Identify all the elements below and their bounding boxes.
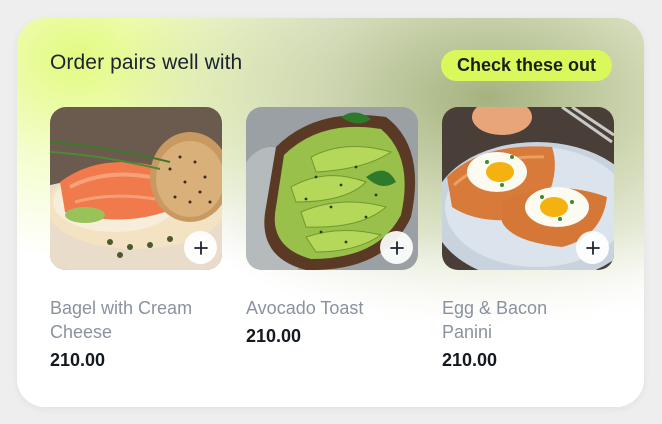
section-title: Order pairs well with: [50, 51, 243, 74]
product-card[interactable]: Avocado Toast 210.00: [246, 107, 418, 347]
product-name: Egg & Bacon Panini: [442, 298, 548, 342]
product-name: Bagel with Cream Cheese: [50, 298, 193, 342]
plus-icon: [193, 240, 208, 255]
pairs-card: Order pairs well with Check these out Ba…: [17, 18, 644, 407]
product-card[interactable]: Egg & Bacon Panini 210.00: [442, 107, 614, 371]
add-to-cart-button[interactable]: [184, 231, 217, 264]
add-to-cart-button[interactable]: [380, 231, 413, 264]
product-name: Avocado Toast: [246, 298, 364, 318]
product-price: 210.00: [50, 350, 106, 370]
plus-icon: [389, 240, 404, 255]
product-price: 210.00: [442, 350, 498, 370]
plus-icon: [585, 240, 600, 255]
check-these-out-button[interactable]: Check these out: [440, 50, 612, 81]
add-to-cart-button[interactable]: [576, 231, 609, 264]
product-card[interactable]: Bagel with Cream Cheese 210.00: [50, 107, 222, 371]
avocado-toast-photo[interactable]: [246, 107, 418, 270]
bagel-salmon-photo[interactable]: [50, 107, 222, 270]
product-price: 210.00: [246, 326, 302, 346]
egg-bacon-panini-photo[interactable]: [442, 107, 614, 270]
